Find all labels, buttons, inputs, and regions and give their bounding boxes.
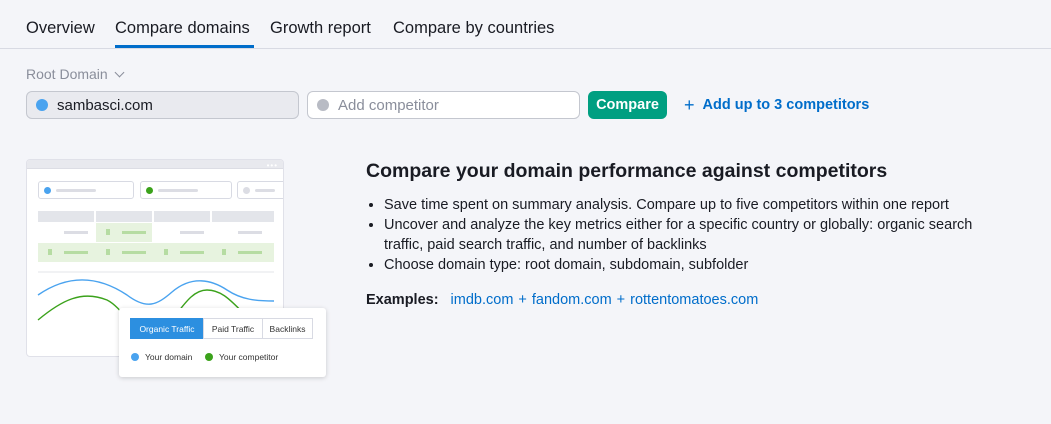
feature-item: Save time spent on summary analysis. Com… (366, 195, 1006, 215)
legend-your-competitor-label: Your competitor (219, 352, 279, 362)
add-competitors-link[interactable]: + Add up to 3 competitors (684, 95, 870, 115)
competitor-input-placeholder: Add competitor (338, 96, 439, 114)
segment-organic-traffic: Organic Traffic (130, 318, 204, 339)
example-link-fandom[interactable]: fandom.com (532, 292, 612, 308)
examples-label: Examples: (366, 292, 439, 308)
domain-input[interactable]: sambasci.com (26, 91, 299, 119)
compare-button[interactable]: Compare (588, 91, 667, 119)
chevron-down-icon (114, 67, 125, 77)
active-tab-indicator (115, 45, 254, 48)
tab-growth-report[interactable]: Growth report (270, 17, 371, 39)
tab-overview[interactable]: Overview (26, 17, 95, 39)
examples-separator: + (616, 292, 626, 308)
add-competitors-label: Add up to 3 competitors (702, 97, 870, 113)
tab-compare-domains[interactable]: Compare domains (115, 17, 250, 39)
legend-your-competitor: Your competitor (205, 352, 278, 362)
legend-your-domain: Your domain (131, 352, 192, 362)
your-competitor-dot (205, 353, 213, 361)
examples-row: Examples: imdb.com + fandom.com + rotten… (366, 292, 758, 308)
competitor-input[interactable]: Add competitor (307, 91, 580, 119)
tab-compare-by-countries[interactable]: Compare by countries (393, 17, 554, 39)
tab-bar: Overview Compare domains Growth report C… (0, 0, 1051, 49)
domain-type-label: Root Domain (26, 66, 108, 82)
info-title: Compare your domain performance against … (366, 160, 888, 182)
plus-icon: + (684, 95, 695, 115)
feature-item: Uncover and analyze the key metrics eith… (366, 215, 1006, 255)
domain-type-dropdown[interactable]: Root Domain (26, 66, 125, 82)
competitor-color-dot (317, 99, 329, 111)
example-link-rottentomatoes[interactable]: rottentomatoes.com (630, 292, 758, 308)
illustration-legend-card: Organic Traffic Paid Traffic Backlinks Y… (119, 308, 326, 377)
your-domain-dot (131, 353, 139, 361)
segment-backlinks: Backlinks (262, 318, 313, 339)
domain-input-value: sambasci.com (57, 96, 153, 114)
domain-color-dot (36, 99, 48, 111)
legend-your-domain-label: Your domain (145, 352, 193, 362)
feature-item: Choose domain type: root domain, subdoma… (366, 255, 1006, 275)
feature-list: Save time spent on summary analysis. Com… (366, 195, 1006, 275)
segment-paid-traffic: Paid Traffic (203, 318, 263, 339)
example-link-imdb[interactable]: imdb.com (451, 292, 514, 308)
examples-separator: + (518, 292, 527, 308)
